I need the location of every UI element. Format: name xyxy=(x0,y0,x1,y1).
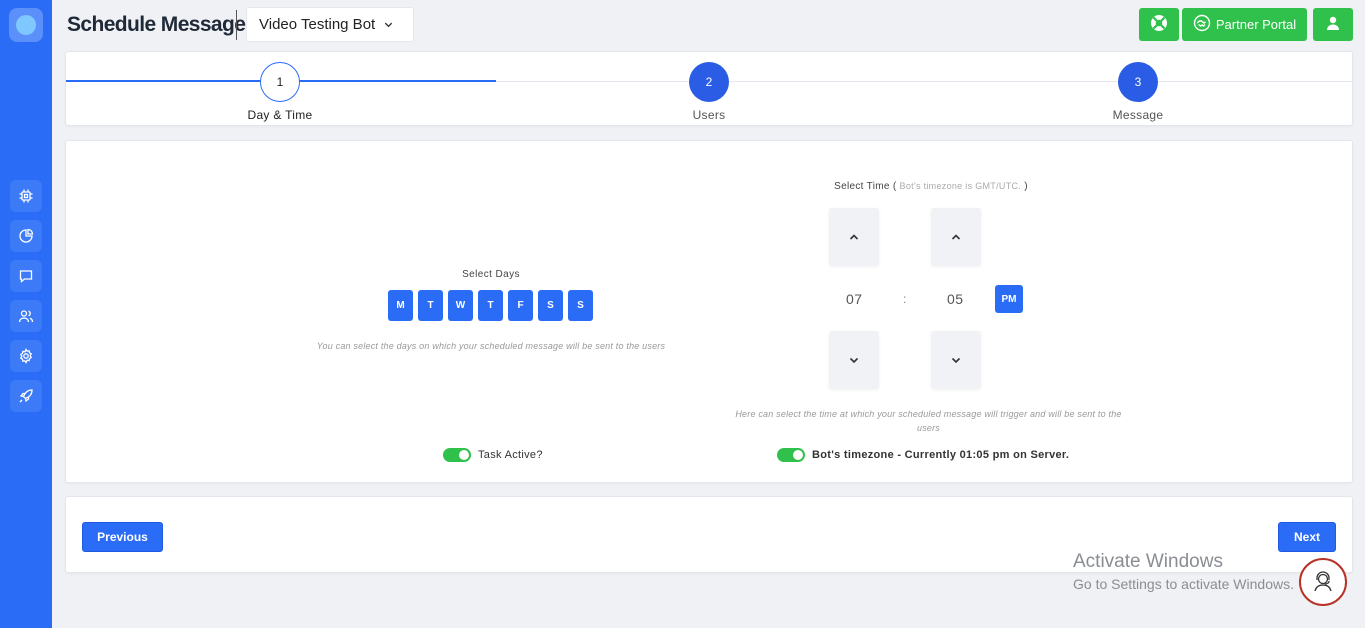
timezone-note: Bot's timezone is GMT/UTC. xyxy=(899,181,1022,191)
time-separator: : xyxy=(903,292,907,306)
help-button[interactable] xyxy=(1139,8,1179,41)
lifebuoy-icon xyxy=(1150,14,1168,35)
gear-icon[interactable] xyxy=(10,340,42,372)
task-active-toggle[interactable] xyxy=(443,448,471,462)
select-time-label: Select Time xyxy=(834,181,890,192)
stepper: 1 Day & Time 2 Users 3 Message xyxy=(65,51,1353,126)
bot-timezone-label: Bot's timezone - Currently 01:05 pm on S… xyxy=(812,449,1070,461)
chevron-down-icon xyxy=(849,357,859,364)
task-active-label: Task Active? xyxy=(478,449,543,461)
day-selector: M T W T F S S xyxy=(388,290,593,321)
day-button-tuesday[interactable]: T xyxy=(418,290,443,321)
pie-chart-icon[interactable] xyxy=(10,220,42,252)
chat-bubble-logo-icon[interactable] xyxy=(9,8,43,42)
support-agent-icon[interactable] xyxy=(1299,558,1347,606)
title-divider xyxy=(236,10,237,40)
handshake-icon xyxy=(1193,14,1211,35)
bot-timezone-row: Bot's timezone - Currently 01:05 pm on S… xyxy=(777,448,1069,462)
step-day-time[interactable]: 1 Day & Time xyxy=(210,62,350,122)
minute-value[interactable]: 05 xyxy=(947,291,964,307)
rocket-icon[interactable] xyxy=(10,380,42,412)
day-button-friday[interactable]: F xyxy=(508,290,533,321)
message-icon[interactable] xyxy=(10,260,42,292)
time-hint: Here can select the time at which your s… xyxy=(735,409,1122,433)
step-number: 3 xyxy=(1118,62,1158,102)
hour-value[interactable]: 07 xyxy=(846,291,863,307)
hour-down-button[interactable] xyxy=(829,331,879,389)
bot-selector-value: Video Testing Bot xyxy=(259,16,376,33)
step-number: 2 xyxy=(689,62,729,102)
user-button[interactable] xyxy=(1313,8,1353,41)
chevron-down-icon xyxy=(383,19,394,30)
paren-open: ( xyxy=(892,181,897,192)
partner-portal-button[interactable]: Partner Portal xyxy=(1182,8,1307,41)
day-button-wednesday[interactable]: W xyxy=(448,290,473,321)
select-days-title: Select Days xyxy=(462,269,520,280)
step-number: 1 xyxy=(260,62,300,102)
partner-portal-label: Partner Portal xyxy=(1215,17,1297,32)
chip-icon[interactable] xyxy=(10,180,42,212)
step-label: Users xyxy=(692,108,726,122)
day-button-thursday[interactable]: T xyxy=(478,290,503,321)
paren-close: ) xyxy=(1024,181,1028,192)
previous-button[interactable]: Previous xyxy=(82,522,163,552)
schedule-form: Select Days M T W T F S S You can select… xyxy=(65,140,1353,483)
chevron-up-icon xyxy=(951,234,961,240)
bot-selector[interactable]: Video Testing Bot xyxy=(246,7,414,42)
activate-windows-watermark: Activate Windows Go to Settings to activ… xyxy=(1073,551,1294,592)
days-hint: You can select the days on which your sc… xyxy=(316,341,666,351)
step-message[interactable]: 3 Message xyxy=(1068,62,1208,122)
watermark-line1: Activate Windows xyxy=(1073,551,1223,572)
user-icon xyxy=(1325,15,1341,34)
watermark-line2: Go to Settings to activate Windows. xyxy=(1073,576,1294,592)
step-users[interactable]: 2 Users xyxy=(639,62,779,122)
select-time-title: Select Time ( Bot's timezone is GMT/UTC.… xyxy=(766,181,1096,192)
ampm-toggle[interactable]: PM xyxy=(995,285,1023,313)
page-title: Schedule Messages xyxy=(67,13,257,36)
bot-timezone-toggle[interactable] xyxy=(777,448,805,462)
day-button-monday[interactable]: M xyxy=(388,290,413,321)
step-label: Day & Time xyxy=(247,108,313,122)
minute-down-button[interactable] xyxy=(931,331,981,389)
users-icon[interactable] xyxy=(10,300,42,332)
hour-up-button[interactable] xyxy=(829,208,879,266)
day-button-sunday[interactable]: S xyxy=(568,290,593,321)
minute-up-button[interactable] xyxy=(931,208,981,266)
chevron-down-icon xyxy=(951,357,961,364)
day-button-saturday[interactable]: S xyxy=(538,290,563,321)
step-label: Message xyxy=(1112,108,1164,122)
sidebar xyxy=(0,0,52,628)
task-active-row: Task Active? xyxy=(443,448,543,462)
next-button[interactable]: Next xyxy=(1278,522,1336,552)
chevron-up-icon xyxy=(849,234,859,240)
